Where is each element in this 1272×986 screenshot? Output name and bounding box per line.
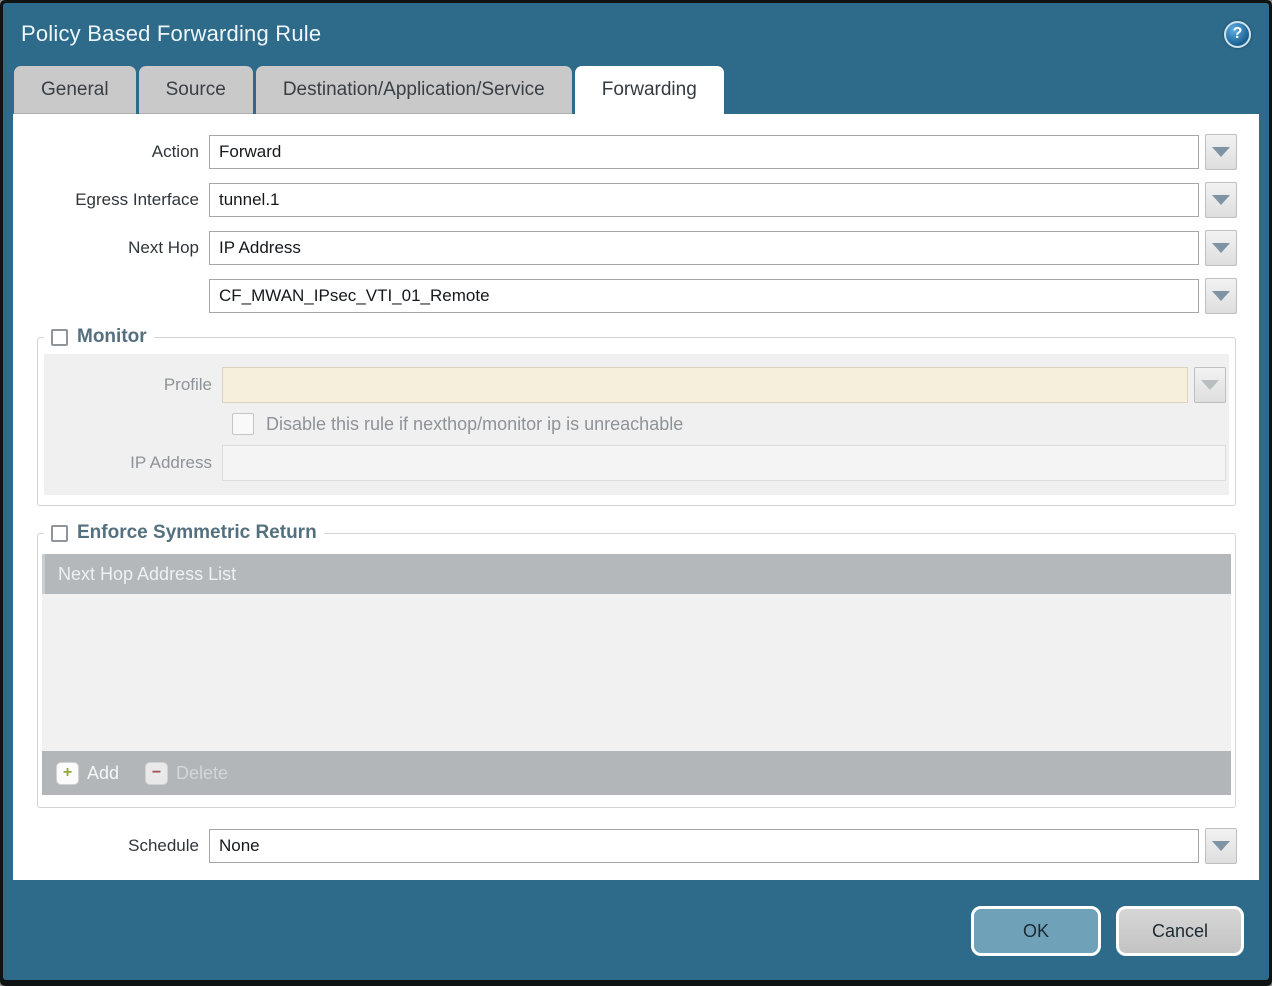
monitor-legend: Monitor [44, 326, 154, 348]
tab-general[interactable]: General [14, 66, 136, 114]
tab-forwarding[interactable]: Forwarding [575, 66, 724, 114]
next-hop-combo [209, 230, 1237, 266]
pbf-rule-dialog: Policy Based Forwarding Rule ? General S… [3, 3, 1269, 980]
dialog-footer: OK Cancel [3, 880, 1269, 980]
action-combo [209, 134, 1237, 170]
profile-input [222, 367, 1188, 403]
delete-button: − Delete [145, 762, 228, 785]
profile-row: Profile [44, 367, 1229, 403]
cancel-button[interactable]: Cancel [1116, 906, 1244, 956]
next-hop-address-list-body [42, 594, 1231, 751]
next-hop-type-input[interactable] [209, 231, 1199, 265]
add-button[interactable]: + Add [56, 762, 119, 785]
egress-interface-combo [209, 182, 1237, 218]
chevron-down-icon [1212, 291, 1230, 301]
egress-interface-row: Egress Interface [13, 182, 1259, 218]
tab-destination-application-service[interactable]: Destination/Application/Service [256, 66, 572, 114]
screenshot-frame: Policy Based Forwarding Rule ? General S… [0, 0, 1272, 986]
schedule-row: Schedule [13, 828, 1259, 864]
egress-interface-dropdown-button[interactable] [1205, 182, 1237, 218]
action-label: Action [13, 142, 209, 162]
delete-button-label: Delete [176, 763, 228, 784]
monitor-legend-label: Monitor [77, 326, 147, 348]
next-hop-address-input[interactable] [209, 279, 1199, 313]
next-hop-label: Next Hop [13, 238, 209, 258]
disable-rule-label: Disable this rule if nexthop/monitor ip … [266, 414, 683, 435]
action-row: Action [13, 134, 1259, 170]
next-hop-dropdown-button[interactable] [1205, 230, 1237, 266]
schedule-combo [209, 828, 1237, 864]
monitor-panel: Profile Disable this rule if nexthop/mon… [44, 354, 1229, 495]
schedule-input[interactable] [209, 829, 1199, 863]
monitor-ip-address-input [222, 445, 1226, 481]
disable-rule-row: Disable this rule if nexthop/monitor ip … [232, 413, 1229, 435]
next-hop-address-list-toolbar: + Add − Delete [42, 751, 1231, 795]
next-hop-row: Next Hop [13, 230, 1259, 266]
egress-interface-label: Egress Interface [13, 190, 209, 210]
enforce-symmetric-return-legend: Enforce Symmetric Return [44, 522, 324, 544]
ok-button[interactable]: OK [971, 906, 1101, 956]
tab-source[interactable]: Source [139, 66, 253, 114]
disable-rule-checkbox [232, 413, 254, 435]
chevron-down-icon [1212, 147, 1230, 157]
enforce-symmetric-return-checkbox[interactable] [51, 525, 68, 542]
schedule-dropdown-button[interactable] [1205, 828, 1237, 864]
profile-dropdown-button [1194, 367, 1226, 403]
minus-icon: − [145, 762, 168, 785]
next-hop-address-dropdown-button[interactable] [1205, 278, 1237, 314]
chevron-down-icon [1201, 380, 1219, 390]
profile-label: Profile [44, 375, 222, 395]
help-icon[interactable]: ? [1224, 21, 1251, 48]
monitor-fieldset: Monitor Profile Disabl [37, 326, 1236, 506]
monitor-ip-address-row: IP Address [44, 445, 1229, 481]
chevron-down-icon [1212, 243, 1230, 253]
action-dropdown-button[interactable] [1205, 134, 1237, 170]
dialog-title: Policy Based Forwarding Rule [21, 21, 321, 47]
chevron-down-icon [1212, 195, 1230, 205]
enforce-symmetric-return-legend-label: Enforce Symmetric Return [77, 522, 317, 544]
schedule-label: Schedule [13, 836, 209, 856]
monitor-ip-address-label: IP Address [44, 453, 222, 473]
dialog-titlebar: Policy Based Forwarding Rule ? [3, 3, 1269, 65]
plus-icon: + [56, 762, 79, 785]
next-hop-address-row [13, 278, 1259, 314]
monitor-checkbox[interactable] [51, 329, 68, 346]
next-hop-address-combo [209, 278, 1237, 314]
action-input[interactable] [209, 135, 1199, 169]
add-button-label: Add [87, 763, 119, 784]
chevron-down-icon [1212, 841, 1230, 851]
next-hop-address-list-header: Next Hop Address List [42, 554, 1231, 594]
next-hop-address-list-table: Next Hop Address List + Add − Delete [42, 554, 1231, 795]
forwarding-tab-panel: Action Egress Interface Ne [13, 114, 1259, 880]
tab-bar: General Source Destination/Application/S… [3, 65, 1269, 114]
egress-interface-input[interactable] [209, 183, 1199, 217]
enforce-symmetric-return-fieldset: Enforce Symmetric Return Next Hop Addres… [37, 522, 1236, 808]
profile-combo [222, 367, 1226, 403]
